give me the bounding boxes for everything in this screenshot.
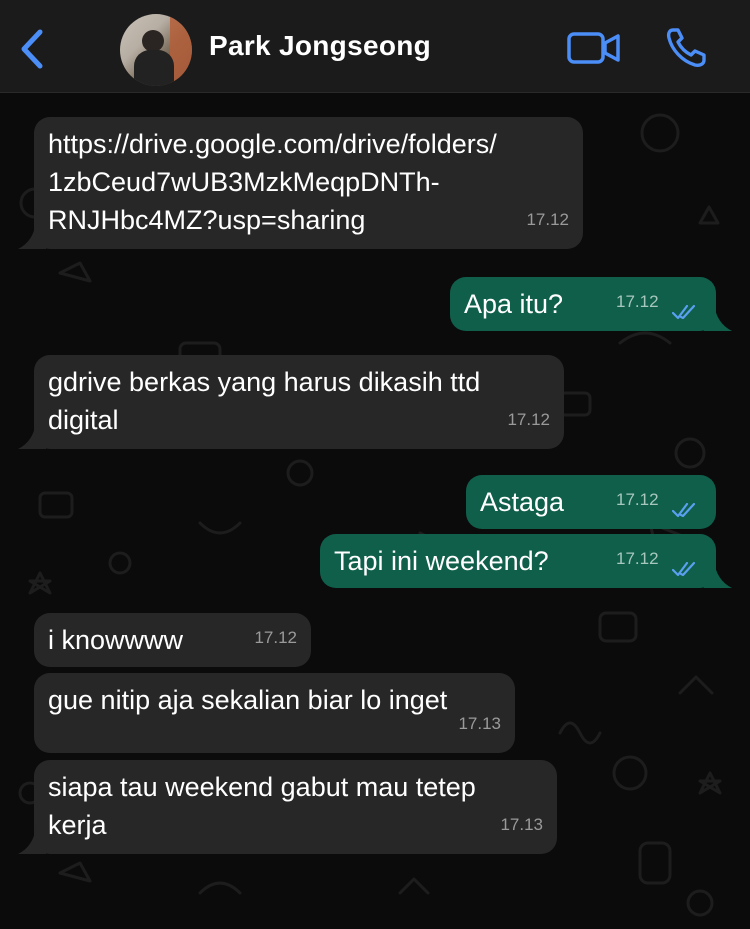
contact-avatar[interactable]: [120, 14, 192, 86]
message-text-line: digital: [48, 405, 119, 435]
bubble-tail: [704, 560, 732, 588]
message-timestamp: 17.12: [526, 210, 569, 229]
message-bubble-incoming[interactable]: https://drive.google.com/drive/folders/ …: [34, 117, 583, 249]
message-bubble-incoming[interactable]: siapa tau weekend gabut mau tetep kerja …: [34, 760, 557, 854]
message-timestamp: 17.12: [507, 410, 550, 429]
message-bubble-incoming[interactable]: gdrive berkas yang harus dikasih ttd dig…: [34, 355, 564, 449]
message-bubble-outgoing[interactable]: Tapi ini weekend? 17.12: [320, 534, 716, 588]
message-bubble-outgoing[interactable]: Apa itu? 17.12: [450, 277, 716, 331]
message-text-line: gdrive berkas yang harus dikasih ttd: [48, 367, 481, 397]
bubble-tail: [18, 826, 46, 854]
message-text-line: siapa tau weekend gabut mau tetep: [48, 772, 476, 802]
bubble-tail: [18, 221, 46, 249]
message-timestamp: 17.12: [616, 292, 659, 311]
bubble-tail: [704, 303, 732, 331]
bubble-tail: [18, 421, 46, 449]
message-text-line: Astaga: [480, 487, 565, 517]
message-text-line: 1zbCeud7wUB3MzkMeqpDNTh-: [48, 167, 440, 197]
chat-header: Park Jongseong: [0, 0, 750, 93]
message-timestamp: 17.13: [500, 815, 543, 834]
message-text-line: Apa itu?: [464, 289, 564, 319]
read-receipt-icon: [672, 502, 696, 518]
message-text-line: kerja: [48, 810, 107, 840]
chevron-left-icon[interactable]: [14, 26, 50, 72]
message-bubble-incoming[interactable]: i knowwww 17.12: [34, 613, 311, 667]
read-receipt-icon: [672, 304, 696, 320]
message-text-line: https://drive.google.com/drive/folders/: [48, 129, 497, 159]
message-bubble-incoming[interactable]: gue nitip aja sekalian biar lo inget 17.…: [34, 673, 515, 753]
message-timestamp: 17.13: [458, 714, 501, 733]
message-timestamp: 17.12: [254, 628, 297, 647]
message-timestamp: 17.12: [616, 490, 659, 509]
message-bubble-outgoing[interactable]: Astaga 17.12: [466, 475, 716, 529]
contact-name[interactable]: Park Jongseong: [209, 30, 431, 62]
phone-icon[interactable]: [664, 26, 712, 70]
message-text-line: gue nitip aja sekalian biar lo inget: [48, 685, 448, 715]
message-text-line: RNJHbc4MZ?usp=sharing: [48, 205, 366, 235]
read-receipt-icon: [672, 561, 696, 577]
video-camera-icon[interactable]: [566, 30, 622, 66]
message-timestamp: 17.12: [616, 549, 659, 568]
message-list[interactable]: https://drive.google.com/drive/folders/ …: [0, 93, 750, 929]
